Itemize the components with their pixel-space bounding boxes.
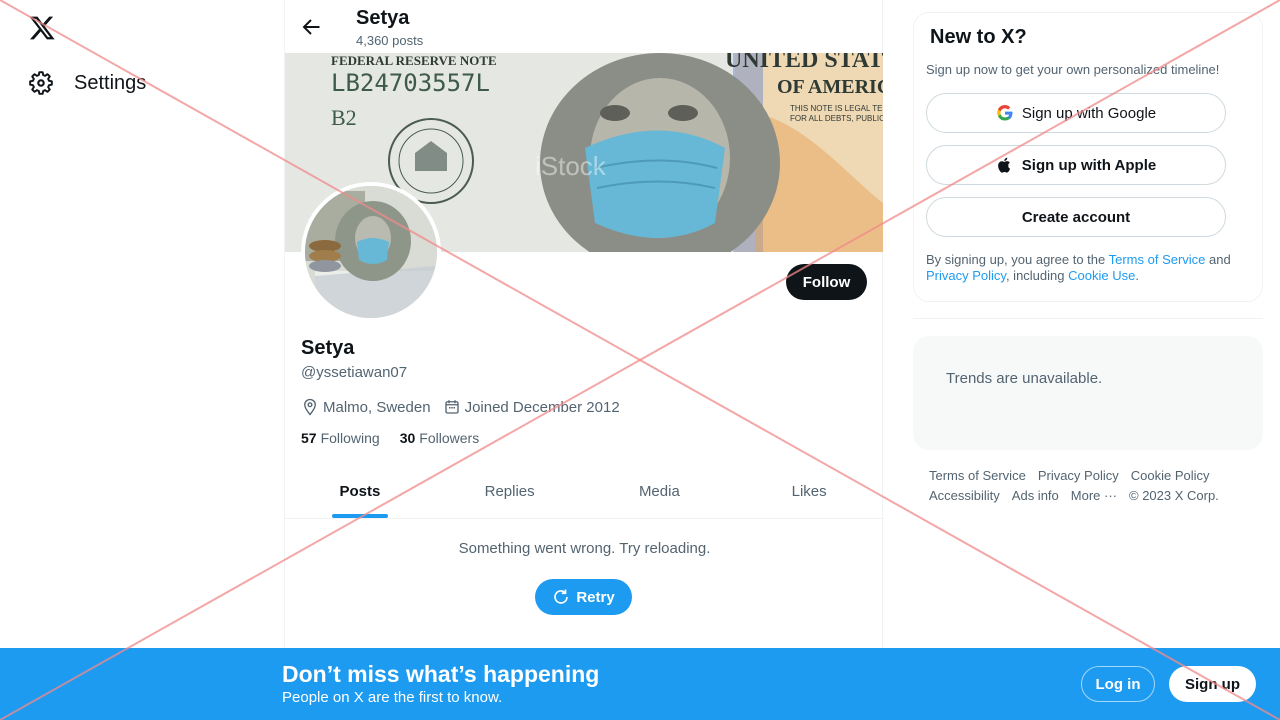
- feed-error-message: Something went wrong. Try reloading.: [458, 540, 711, 557]
- banner-united-text: UNITED STATES: [725, 53, 883, 73]
- followers-count: 30: [399, 430, 416, 446]
- following-count: 57: [301, 430, 317, 446]
- bottom-signup-bar: Don’t miss what’s happening People on X …: [0, 648, 1280, 720]
- footer-copyright: © 2023 X Corp.: [1129, 488, 1219, 503]
- profile-location-text: Malmo, Sweden: [323, 398, 431, 416]
- signup-button[interactable]: Sign up: [1169, 666, 1256, 702]
- legal-end: .: [1135, 268, 1139, 283]
- profile-column: Setya 4,360 posts FEDERAL RESERVE NOTE L…: [284, 0, 884, 720]
- profile-meta: Malmo, Sweden Joined December 2012: [301, 398, 620, 416]
- profile-stats: 57 Following 30 Followers: [301, 430, 479, 446]
- tab-replies[interactable]: Replies: [435, 465, 585, 518]
- legal-including: , including: [1005, 268, 1069, 283]
- apple-icon: [997, 157, 1010, 173]
- refresh-icon: [554, 589, 569, 604]
- retry-button[interactable]: Retry: [535, 579, 632, 615]
- profile-handle: @yssetiawan07: [301, 364, 408, 381]
- sidebar-divider: [913, 318, 1263, 319]
- terms-of-service-link[interactable]: Terms of Service: [1109, 252, 1206, 267]
- footer-terms-link[interactable]: Terms of Service: [929, 468, 1026, 483]
- signup-card-title: New to X?: [930, 26, 1027, 48]
- banner-legal-line-1: THIS NOTE IS LEGAL TENDER: [790, 104, 883, 113]
- profile-location: Malmo, Sweden: [301, 398, 431, 416]
- x-logo-icon[interactable]: [28, 14, 56, 42]
- calendar-icon: [444, 400, 459, 414]
- footer-ads-link[interactable]: Ads info: [1012, 488, 1059, 503]
- profile-avatar[interactable]: [301, 182, 441, 322]
- profile-joined-text: Joined December 2012: [464, 398, 620, 416]
- signup-card: New to X? Sign up now to get your own pe…: [913, 12, 1263, 302]
- signup-google-label: Sign up with Google: [1021, 104, 1157, 122]
- create-account-button[interactable]: Create account: [926, 197, 1226, 237]
- retry-label: Retry: [576, 588, 615, 606]
- bottom-bar-title: Don’t miss what’s happening: [282, 661, 600, 687]
- footer-more-link[interactable]: More ···: [1071, 488, 1117, 503]
- profile-name: Setya: [301, 337, 355, 359]
- follow-button[interactable]: Follow: [786, 264, 867, 300]
- cookie-use-link[interactable]: Cookie Use: [1068, 268, 1135, 283]
- nav-settings-link[interactable]: Settings: [28, 66, 146, 100]
- banner-america-text: OF AMERICA: [777, 76, 883, 98]
- trends-unavailable-text: Trends are unavailable.: [946, 370, 1103, 387]
- footer-links: Terms of Service Privacy Policy Cookie Pol…: [929, 466, 1249, 506]
- legal-and: and: [1205, 252, 1231, 267]
- legal-prefix: By signing up, you agree to the: [926, 252, 1109, 267]
- followers-link[interactable]: 30 Followers: [400, 430, 479, 446]
- header-post-count: 4,360 posts: [356, 33, 424, 48]
- following-label: Following: [320, 430, 380, 446]
- signup-apple-button[interactable]: Sign up with Apple: [926, 145, 1226, 185]
- header-name: Setya: [356, 7, 410, 29]
- tab-posts[interactable]: Posts: [285, 465, 435, 518]
- profile-tabs: Posts Replies Media Likes: [285, 465, 884, 519]
- gear-icon: [29, 71, 53, 95]
- following-link[interactable]: 57 Following: [301, 430, 380, 446]
- bottom-bar-subtitle: People on X are the first to know.: [282, 689, 503, 706]
- login-button[interactable]: Log in: [1081, 666, 1155, 702]
- signup-card-subtitle: Sign up now to get your own personalized…: [926, 62, 1220, 77]
- banner-reserve-text: FEDERAL RESERVE NOTE: [331, 53, 497, 68]
- left-navigation: Settings: [0, 0, 284, 720]
- signup-google-button[interactable]: Sign up with Google: [926, 93, 1226, 133]
- google-icon: [997, 105, 1013, 121]
- profile-header: Setya 4,360 posts: [285, 0, 884, 53]
- profile-joined: Joined December 2012: [443, 398, 620, 416]
- banner-watermark: iStock: [535, 151, 607, 181]
- privacy-policy-link[interactable]: Privacy Policy: [926, 268, 1006, 283]
- location-pin-icon: [304, 398, 316, 416]
- footer-privacy-link[interactable]: Privacy Policy: [1038, 468, 1119, 483]
- banner-legal-line-2: FOR ALL DEBTS, PUBLIC AND PRIVATE: [790, 114, 883, 123]
- footer-cookie-link[interactable]: Cookie Policy: [1131, 468, 1210, 483]
- signup-legal-text: By signing up, you agree to the Terms of…: [926, 252, 1256, 284]
- arrow-left-icon[interactable]: [299, 15, 323, 39]
- footer-accessibility-link[interactable]: Accessibility: [929, 488, 1000, 503]
- followers-label: Followers: [419, 430, 480, 446]
- trends-card: Trends are unavailable.: [913, 336, 1263, 450]
- right-sidebar: New to X? Sign up now to get your own pe…: [913, 0, 1263, 720]
- avatar-image: [305, 186, 437, 318]
- banner-serial-text: LB24703557L: [331, 69, 490, 97]
- tab-media[interactable]: Media: [585, 465, 735, 518]
- banner-district-text: B2: [331, 105, 357, 130]
- tab-likes[interactable]: Likes: [734, 465, 884, 518]
- nav-settings-label: Settings: [74, 71, 147, 94]
- signup-apple-label: Sign up with Apple: [1021, 156, 1157, 174]
